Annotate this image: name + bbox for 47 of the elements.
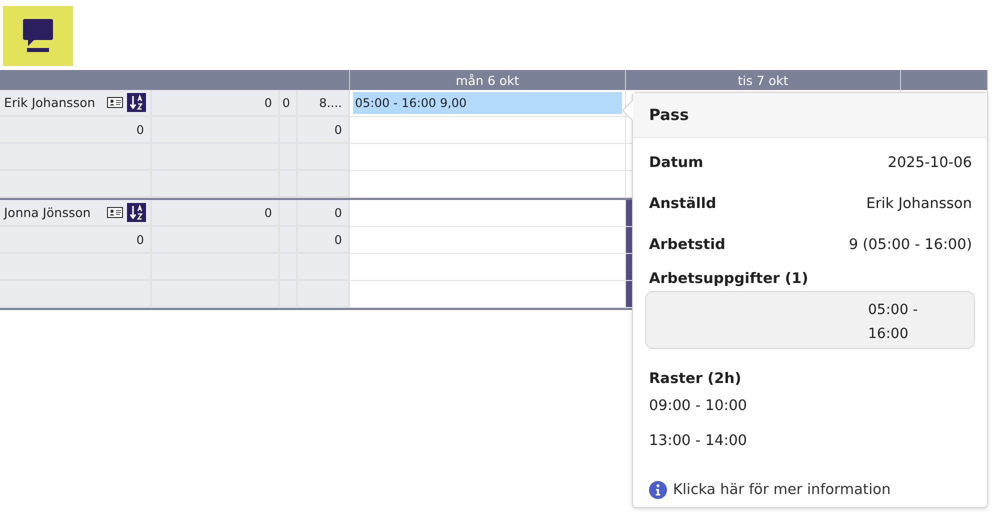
- cell-value: 0: [334, 232, 342, 246]
- cell-value: 0: [282, 96, 290, 110]
- day-cell[interactable]: [350, 254, 626, 281]
- day-cell[interactable]: [350, 144, 626, 171]
- cell-value: 0: [136, 232, 144, 246]
- field-label: Anställd: [649, 196, 716, 212]
- logo[interactable]: [3, 6, 73, 66]
- task-time: 05:00 - 16:00: [868, 301, 919, 344]
- table-cell: [280, 281, 298, 308]
- day-cell[interactable]: [350, 171, 626, 198]
- cell-value: 0: [264, 206, 272, 220]
- table-cell: [298, 171, 350, 198]
- cell-value: 0: [136, 122, 144, 136]
- day-cell[interactable]: [350, 117, 626, 144]
- info-icon: [649, 481, 667, 499]
- breaks-heading: Raster (2h): [649, 371, 742, 387]
- field-value: Erik Johansson: [866, 196, 972, 212]
- field-value: 9 (05:00 - 16:00): [848, 236, 972, 252]
- more-info-link[interactable]: Klicka här för mer information: [673, 482, 891, 498]
- sort-icon[interactable]: [127, 203, 146, 222]
- sort-icon[interactable]: [127, 93, 146, 112]
- tasks-heading: Arbetsuppgifter (1): [649, 271, 810, 287]
- cell-value: 0: [334, 206, 342, 220]
- day-cell[interactable]: [350, 200, 626, 227]
- field-value: 2025-10-06: [888, 154, 972, 170]
- id-card-icon[interactable]: [107, 207, 123, 218]
- table-cell: [298, 281, 350, 308]
- cell-value: 0: [334, 122, 342, 136]
- employee-name[interactable]: Jonna Jönsson: [4, 205, 91, 220]
- cell-value: 0: [264, 96, 272, 110]
- task-card[interactable]: 05:00 - 16:00: [645, 291, 975, 349]
- day-cell[interactable]: [350, 281, 626, 308]
- field-label: Datum: [649, 154, 704, 170]
- shift-block[interactable]: 05:00 - 16:00 9,00: [353, 92, 622, 114]
- day-header: mån 6 okt: [350, 70, 626, 90]
- day-cell[interactable]: [350, 227, 626, 254]
- break-time: 13:00 - 14:00: [649, 433, 748, 451]
- id-card-icon[interactable]: [107, 97, 123, 108]
- break-time: 09:00 - 10:00: [649, 398, 748, 416]
- popover-title: Pass: [633, 93, 987, 138]
- day-cell[interactable]: 05:00 - 16:00 9,00: [350, 90, 626, 117]
- table-cell: [280, 171, 298, 198]
- field-label: Arbetstid: [649, 236, 726, 252]
- day-header: tis 7 okt: [626, 70, 901, 90]
- employee-name[interactable]: Erik Johansson: [4, 95, 96, 110]
- comment-icon: [23, 19, 53, 53]
- cell-value: 8....: [319, 96, 342, 110]
